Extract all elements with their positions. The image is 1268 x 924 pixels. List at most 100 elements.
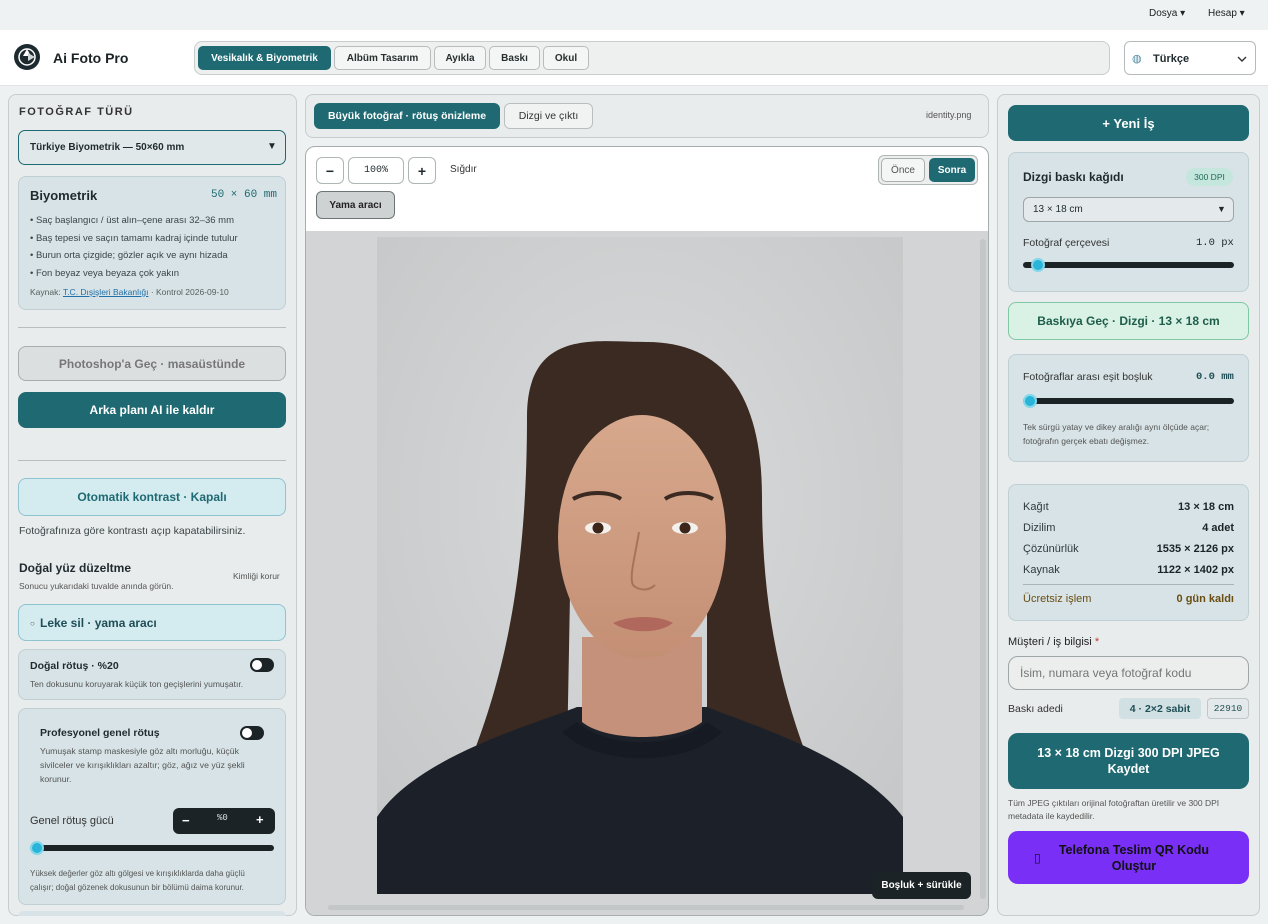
main-nav: [194, 41, 1110, 75]
divider: [1023, 584, 1234, 585]
summary-label: Kaynak: [1023, 564, 1060, 576]
bio-rule: • Saç başlangıcı / üst alın–çene arası 3…: [30, 215, 234, 226]
language-value: Türkçe: [1153, 53, 1190, 65]
tab-album[interactable]: Albüm Tasarım: [334, 46, 431, 70]
tab-layout-output[interactable]: Dizgi ve çıktı: [504, 103, 593, 129]
language-select[interactable]: ◍ Türkçe: [1124, 41, 1256, 75]
source-link[interactable]: T.C. Dışişleri Bakanlığı: [63, 287, 149, 297]
filename: identity.png: [926, 110, 972, 120]
zoom-out-button[interactable]: −: [316, 157, 344, 184]
patch-tool-button[interactable]: Yama aracı: [316, 191, 395, 219]
summary-value: 1535 × 2126 px: [1156, 543, 1234, 555]
bio-rule: • Burun orta çizgide; gözler açık ve ayn…: [30, 250, 228, 262]
pro-retouch-desc: Yumuşak stamp maskesiyle göz altı morluğ…: [40, 746, 245, 784]
save-note: Tüm JPEG çıktıları orijinal fotoğraftan …: [1008, 798, 1220, 821]
next-card-edge: [18, 911, 286, 916]
account-menu[interactable]: Hesap ▾: [1208, 8, 1245, 19]
dropdown-arrow-icon: ▼: [1217, 204, 1226, 214]
section-title: FOTOĞRAF TÜRÜ: [19, 106, 134, 118]
tab-large-preview[interactable]: Büyük fotoğraf · rötuş önizleme: [314, 103, 500, 129]
zoom-in-button[interactable]: +: [408, 157, 436, 184]
photoshop-button[interactable]: Photoshop'a Geç · masaüstünde: [18, 346, 286, 381]
summary-value: 4 adet: [1202, 522, 1234, 534]
tab-sort[interactable]: Ayıkla: [434, 46, 486, 70]
gap-slider-knob[interactable]: [1023, 394, 1037, 408]
summary-label: Kağıt: [1023, 501, 1049, 513]
brand-logo-icon: [14, 44, 40, 70]
divider: [18, 327, 286, 328]
summary-value: 13 × 18 cm: [1178, 501, 1234, 513]
copies-label: Baskı adedi: [1008, 703, 1063, 715]
file-menu[interactable]: Dosya ▾: [1149, 8, 1185, 19]
natural-retouch-toggle[interactable]: [250, 658, 274, 672]
natural-retouch-desc: Ten dokusunu koruyarak küçük ton geçişle…: [30, 679, 244, 689]
natural-retouch-label: Doğal rötuş · %20: [30, 660, 119, 672]
pro-retouch-label: Profesyonel genel rötuş: [40, 727, 160, 739]
stepper-plus-button[interactable]: +: [256, 812, 264, 827]
photo-type-value: Türkiye Biyometrik — 50×60 mm: [30, 142, 185, 153]
new-job-button[interactable]: + Yeni İş: [1008, 105, 1249, 141]
copies-badge: 4 · 2×2 sabit: [1119, 698, 1201, 719]
dpi-badge: 300 DPI: [1186, 168, 1233, 186]
phone-icon: ▯: [1034, 850, 1041, 865]
frame-label: Fotoğraf çerçevesi: [1023, 237, 1110, 249]
qr-delivery-button[interactable]: ▯ Telefona Teslim QR Kodu Oluştur: [1008, 831, 1249, 884]
gap-label: Fotoğraflar arası eşit boşluk: [1023, 371, 1153, 383]
paper-size-value: 13 × 18 cm: [1033, 204, 1083, 215]
paper-size-select[interactable]: 13 × 18 cm ▼: [1023, 197, 1234, 222]
auto-contrast-button[interactable]: Otomatik kontrast · Kapalı: [18, 478, 286, 516]
divider: [18, 460, 286, 461]
tab-biometric[interactable]: Vesikalık & Biyometrik: [198, 46, 331, 70]
horizontal-scrollbar[interactable]: [328, 905, 964, 910]
free-label: Ücretsiz işlem: [1023, 593, 1092, 605]
stepper-minus-button[interactable]: −: [182, 813, 190, 828]
frame-slider[interactable]: [1023, 262, 1234, 268]
free-value: 0 gün kaldı: [1176, 593, 1234, 605]
summary-label: Dizilim: [1023, 522, 1056, 534]
retouch-strength-stepper: − %0 +: [173, 808, 275, 834]
retouch-strength-label: Genel rötuş gücü: [30, 815, 114, 827]
gap-slider[interactable]: [1023, 398, 1234, 404]
bio-source: Kaynak: T.C. Dışişleri Bakanlığı · Kontr…: [30, 287, 229, 297]
retouch-footnote: Yüksek değerler göz altı gölgesi ve kırı…: [30, 869, 245, 892]
auto-contrast-note: Fotoğrafınıza göre kontrastı açıp kapata…: [19, 525, 246, 537]
spot-remove-button[interactable]: ○ Leke sil · yama aracı: [18, 604, 286, 641]
retouch-strength-knob[interactable]: [30, 841, 44, 855]
summary-label: Çözünürlük: [1023, 543, 1079, 555]
retouch-strength-slider[interactable]: [30, 845, 274, 851]
keep-identity-label: Kimliği korur: [233, 571, 280, 581]
bio-size: 50 × 60 mm: [211, 189, 278, 201]
photo-type-select[interactable]: Türkiye Biyometrik — 50×60 mm ▼: [18, 130, 286, 165]
frame-value: 1.0 px: [1196, 237, 1234, 249]
customer-input[interactable]: [1008, 656, 1249, 690]
bio-rule: • Baş tepesi ve saçın tamamı kadraj için…: [30, 232, 238, 244]
zoom-level[interactable]: 100%: [348, 157, 404, 184]
gap-note: Tek sürgü yatay ve dikey aralığı aynı öl…: [1023, 422, 1210, 446]
globe-icon: ◍: [1132, 53, 1142, 65]
portrait-photo[interactable]: [377, 237, 903, 894]
remove-background-button[interactable]: Arka planı AI ile kaldır: [18, 392, 286, 428]
fit-button[interactable]: Sığdır: [450, 164, 477, 175]
after-button[interactable]: Sonra: [929, 158, 975, 182]
customer-label: Müşteri / iş bilgisi *: [1008, 636, 1100, 648]
brand-name: Ai Foto Pro: [53, 50, 129, 66]
save-jpeg-button[interactable]: 13 × 18 cm Dizgi 300 DPI JPEG Kaydet: [1008, 733, 1249, 789]
tab-print[interactable]: Baskı: [489, 46, 540, 70]
pro-retouch-toggle[interactable]: [240, 726, 264, 740]
tab-school[interactable]: Okul: [543, 46, 589, 70]
pan-hint: Boşluk + sürükle: [872, 872, 971, 899]
natural-face-subtitle: Sonucu yukarıdaki tuvalde anında görün.: [19, 581, 174, 591]
print-layout-button[interactable]: Baskıya Geç · Dizgi · 13 × 18 cm: [1008, 302, 1249, 340]
copies-code[interactable]: 22910: [1207, 698, 1249, 719]
chevron-down-icon: [1237, 56, 1247, 62]
vertical-scrollbar[interactable]: [980, 239, 986, 899]
dropdown-arrow-icon: ▼: [267, 141, 277, 152]
frame-slider-knob[interactable]: [1030, 258, 1045, 272]
bio-rule: • Fon beyaz veya beyaza çok yakın: [30, 268, 180, 280]
qr-delivery-label: Telefona Teslim QR Kodu Oluştur: [1058, 842, 1210, 873]
summary-value: 1122 × 1402 px: [1157, 564, 1234, 576]
bio-title: Biyometrik: [30, 188, 98, 203]
gap-value: 0.0 mm: [1196, 371, 1234, 383]
before-button[interactable]: Önce: [881, 158, 925, 182]
natural-retouch-card: [18, 649, 286, 700]
